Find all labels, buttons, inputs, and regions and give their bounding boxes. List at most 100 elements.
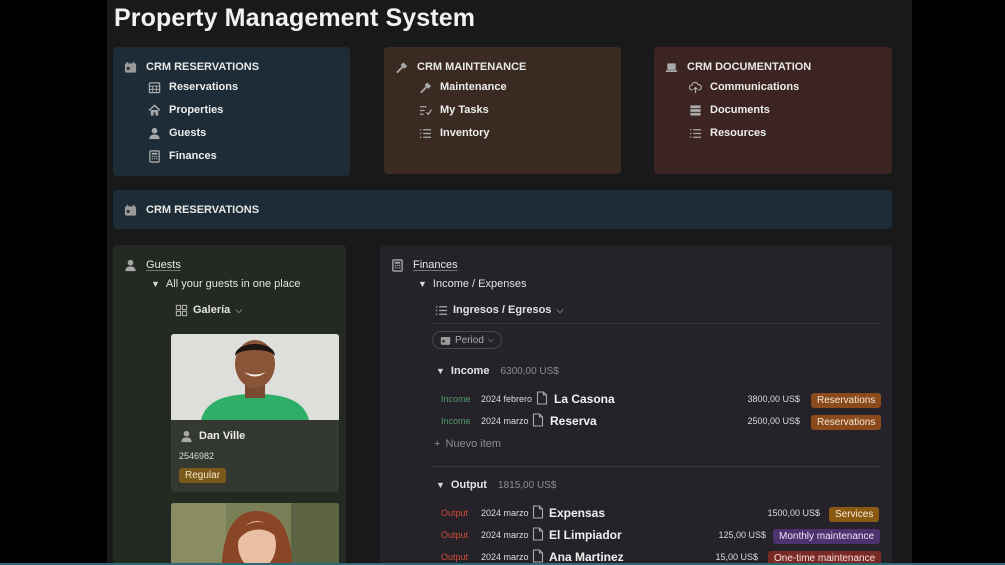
link-communications[interactable]: Communications [688,80,799,94]
table-row[interactable]: Output 2024 marzo El Limpiador 125,00 US… [380,526,892,546]
guests-title: Guests [146,259,181,271]
table-row[interactable]: Output 2024 marzo Expensas 1500,00 US$ S… [380,504,892,524]
chevron-down-icon: ⌵ [556,304,564,315]
checklist-icon [418,103,432,117]
guest-card[interactable] [171,503,339,565]
link-resources[interactable]: Resources [688,126,766,140]
guest-card[interactable]: Dan Ville 2546982 Regular [171,334,339,492]
link-finances-label: Finances [169,150,217,162]
gallery-grid-icon [174,303,188,317]
income-group-total: 6300,00 US$ [500,366,559,377]
guest-phone: 2546982 [179,451,215,461]
toggle-triangle-icon: ▼ [436,366,445,376]
guest-photo [171,334,339,420]
crm-reservations-label: CRM RESERVATIONS [146,61,260,73]
row-name[interactable]: Ana Martinez [549,550,624,564]
document-icon [532,505,544,522]
calendar-icon [440,335,451,346]
crm-documentation-header[interactable]: CRM DOCUMENTATION [664,60,811,74]
calculator-icon [390,258,404,272]
chevron-down-icon: ⌵ [235,304,243,315]
new-item-label: Nuevo item [445,438,502,450]
stack-icon [688,103,702,117]
guest-photo [171,503,339,565]
link-my-tasks-label: My Tasks [440,104,489,116]
ingresos-egresos-view-tab[interactable]: Ingresos / Egresos ⌵ [434,303,563,317]
output-group-label: Output [450,479,487,491]
row-kind: Income [441,416,471,426]
calendar-grid-icon [147,80,161,94]
section-bar-label: CRM RESERVATIONS [146,204,260,216]
crm-documentation-label: CRM DOCUMENTATION [687,61,812,73]
guests-toggle[interactable]: ▼ All your guests in one place [151,278,300,290]
row-amount: 125,00 US$ [718,530,766,540]
link-reservations-label: Reservations [169,81,239,93]
crm-maintenance-header[interactable]: CRM MAINTENANCE [394,60,526,74]
person-icon [147,126,161,140]
row-tag-badge: Reservations [811,415,882,430]
link-properties[interactable]: Properties [147,103,223,117]
row-date: 2024 marzo [481,508,529,518]
link-guests[interactable]: Guests [147,126,206,140]
row-amount: 15,00 US$ [715,552,758,562]
list-icon [434,303,448,317]
link-reservations[interactable]: Reservations [147,80,238,94]
link-properties-label: Properties [169,104,224,116]
toggle-triangle-icon: ▼ [418,279,427,289]
calendar-icon [123,203,137,217]
link-finances[interactable]: Finances [147,149,217,163]
crm-reservations-header[interactable]: CRM RESERVATIONS [123,60,259,74]
output-group-header[interactable]: ▼ Output 1815,00 US$ [436,479,556,491]
period-filter[interactable]: Period ⌵ [432,331,502,349]
new-item-button[interactable]: + Nuevo item [434,438,501,450]
row-name[interactable]: El Limpiador [549,528,622,542]
row-name[interactable]: La Casona [554,392,615,406]
income-group-label: Income [450,365,490,377]
link-inventory-label: Inventory [440,127,490,139]
period-filter-label: Period [455,334,484,346]
row-tag-badge: Reservations [811,393,882,408]
row-date: 2024 marzo [481,530,529,540]
link-my-tasks[interactable]: My Tasks [418,103,489,117]
finances-toggle[interactable]: ▼ Income / Expenses [418,278,526,290]
guest-name-row: Dan Ville [179,429,245,443]
divider [432,323,880,324]
table-row[interactable]: Income 2024 marzo Reserva 2500,00 US$ Re… [380,412,892,432]
link-inventory[interactable]: Inventory [418,126,490,140]
document-icon [536,391,548,408]
house-icon [147,103,161,117]
gallery-view-tab[interactable]: Galería ⌵ [174,303,242,317]
row-date: 2024 marzo [481,552,529,562]
row-tag-badge: Monthly maintenance [773,529,881,544]
link-documents[interactable]: Documents [688,103,770,117]
table-row[interactable]: Income 2024 febrero La Casona 3800,00 US… [380,390,892,410]
hammer-icon [418,80,432,94]
row-tag-badge: Services [829,507,880,522]
guests-card: Guests ▼ All your guests in one place Gal… [113,245,346,565]
link-maintenance-label: Maintenance [440,81,507,93]
row-kind: Output [441,552,469,562]
crm-maintenance-card: CRM MAINTENANCE Maintenance My Tasks Inv… [384,47,621,174]
section-bar-header: CRM RESERVATIONS [123,203,259,217]
toggle-triangle-icon: ▼ [436,480,445,490]
calculator-icon [147,149,161,163]
link-resources-label: Resources [710,127,767,139]
toggle-triangle-icon: ▼ [151,279,160,289]
income-group-header[interactable]: ▼ Income 6300,00 US$ [436,365,559,377]
calendar-icon [123,60,137,74]
finances-header[interactable]: Finances [390,258,458,272]
list-icon [418,126,432,140]
guest-tag-badge: Regular [179,468,227,483]
link-maintenance[interactable]: Maintenance [418,80,507,94]
row-amount: 2500,00 US$ [747,416,800,426]
row-name[interactable]: Reserva [550,414,597,428]
document-icon [532,413,544,430]
guests-header[interactable]: Guests [123,258,181,272]
person-icon [123,258,137,272]
row-name[interactable]: Expensas [549,506,605,520]
crm-reservations-section-bar[interactable]: CRM RESERVATIONS [113,190,892,229]
gallery-view-label: Galería [193,304,231,316]
row-kind: Income [441,394,471,404]
list-icon [688,126,702,140]
chevron-down-icon: ⌵ [487,335,494,344]
